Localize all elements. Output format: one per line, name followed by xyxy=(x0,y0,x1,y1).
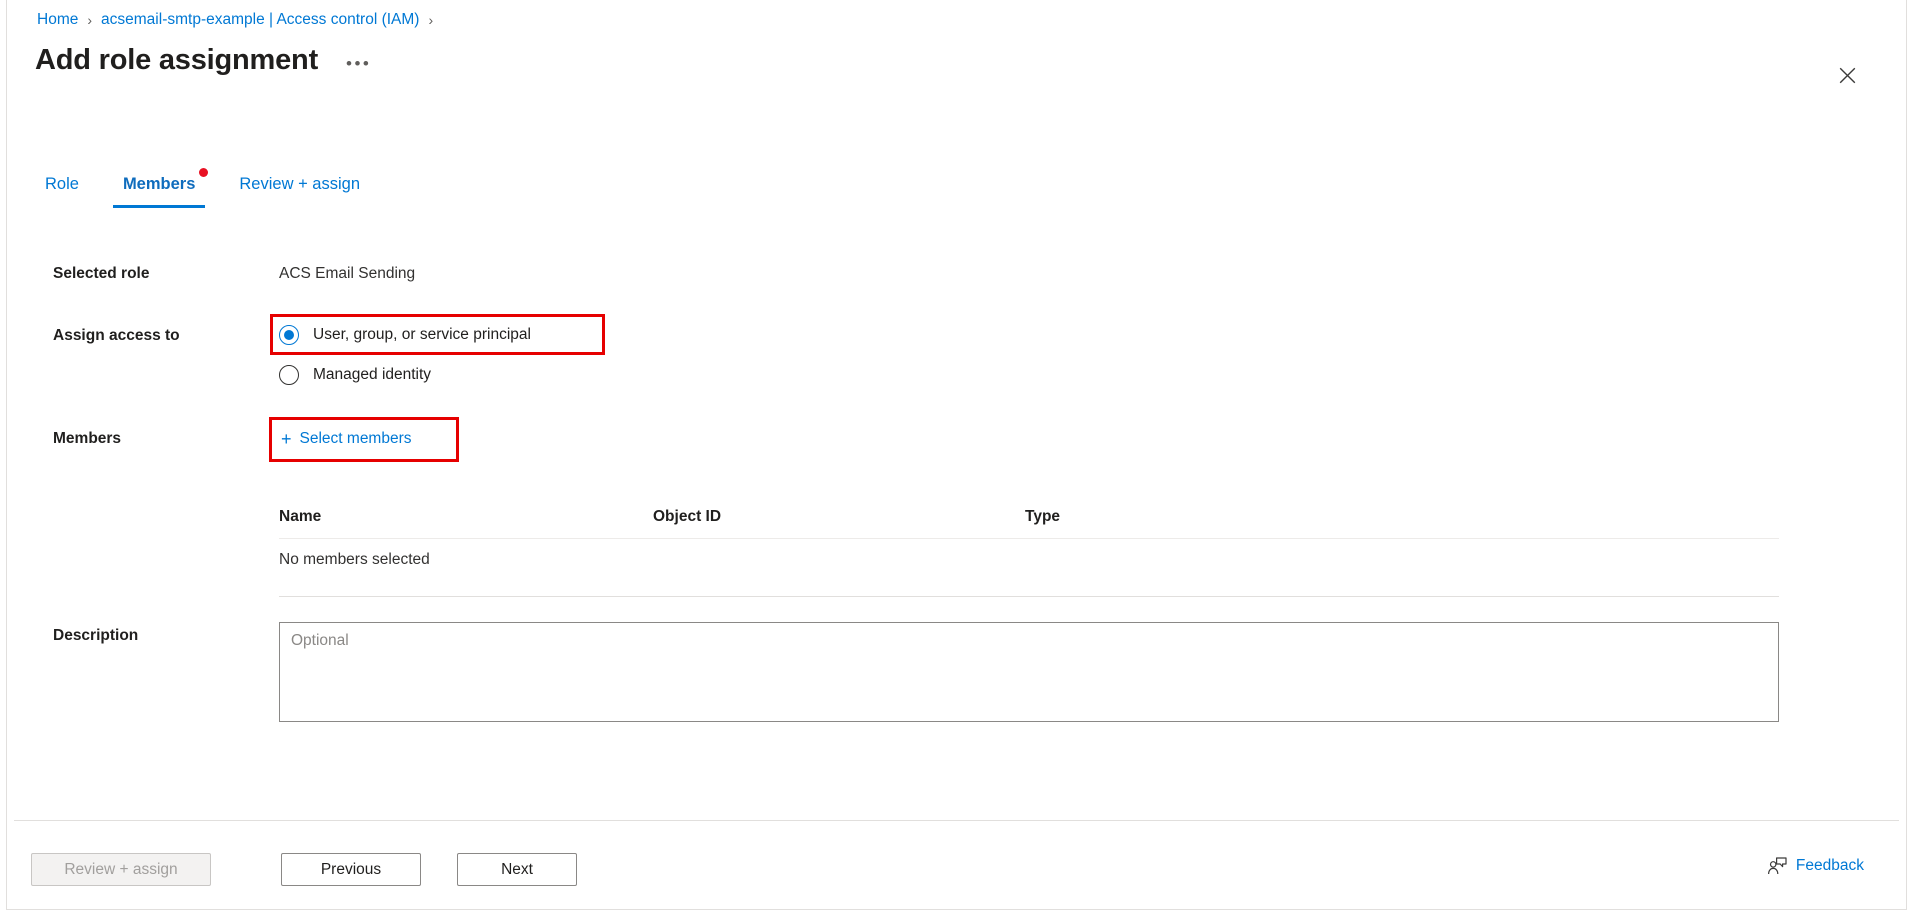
close-icon xyxy=(1839,67,1856,84)
breadcrumb-separator-icon-2: › xyxy=(428,12,433,28)
review-assign-button[interactable]: Review + assign xyxy=(31,853,211,886)
column-header-type: Type xyxy=(1025,508,1325,526)
radio-unselected-icon xyxy=(279,365,299,385)
add-role-assignment-blade: Home › acsemail-smtp-example | Access co… xyxy=(6,0,1907,910)
column-header-name: Name xyxy=(279,508,653,526)
select-members-label: Select members xyxy=(300,430,412,448)
tab-review-assign[interactable]: Review + assign xyxy=(229,172,370,208)
title-row: Add role assignment ••• xyxy=(35,42,377,78)
description-input[interactable] xyxy=(279,622,1779,722)
radio-user-group-service-principal-label: User, group, or service principal xyxy=(313,326,531,344)
radio-managed-identity[interactable]: Managed identity xyxy=(279,360,531,390)
members-table-body: No members selected xyxy=(279,539,1779,597)
footer-bar: Review + assign Previous Next Feedback xyxy=(7,845,1906,905)
wizard-tabs: Role Members Review + assign xyxy=(35,172,394,216)
plus-icon: + xyxy=(281,431,292,447)
next-button[interactable]: Next xyxy=(457,853,577,886)
tab-role[interactable]: Role xyxy=(35,172,89,208)
description-label: Description xyxy=(53,627,138,645)
radio-managed-identity-label: Managed identity xyxy=(313,366,431,384)
members-label: Members xyxy=(53,430,121,448)
breadcrumb: Home › acsemail-smtp-example | Access co… xyxy=(37,8,442,32)
page-root: Home › acsemail-smtp-example | Access co… xyxy=(0,0,1915,924)
radio-selected-icon xyxy=(279,325,299,345)
assign-access-to-label: Assign access to xyxy=(53,327,180,345)
breadcrumb-separator-icon: › xyxy=(87,12,92,28)
more-options-button[interactable]: ••• xyxy=(340,55,377,73)
members-table: Name Object ID Type No members selected xyxy=(279,496,1779,597)
assign-access-to-radio-group: User, group, or service principal Manage… xyxy=(279,320,531,400)
members-table-header: Name Object ID Type xyxy=(279,496,1779,539)
tab-members-label: Members xyxy=(123,175,195,193)
feedback-link[interactable]: Feedback xyxy=(1767,857,1864,875)
page-title: Add role assignment xyxy=(35,42,318,78)
breadcrumb-item-home[interactable]: Home xyxy=(37,11,78,29)
tab-members[interactable]: Members xyxy=(113,172,205,208)
selected-role-label: Selected role xyxy=(53,265,150,283)
selected-role-value: ACS Email Sending xyxy=(279,265,415,283)
column-header-object-id: Object ID xyxy=(653,508,1025,526)
members-table-empty-message: No members selected xyxy=(279,551,430,569)
breadcrumb-item-access-control[interactable]: acsemail-smtp-example | Access control (… xyxy=(101,11,419,29)
feedback-label: Feedback xyxy=(1796,857,1864,875)
select-members-button[interactable]: + Select members xyxy=(279,427,414,451)
tab-review-assign-label: Review + assign xyxy=(239,175,360,193)
close-button[interactable] xyxy=(1830,58,1864,92)
tab-members-notification-dot-icon xyxy=(199,168,208,177)
previous-button[interactable]: Previous xyxy=(281,853,421,886)
footer-divider xyxy=(14,820,1899,821)
tab-role-label: Role xyxy=(45,175,79,193)
feedback-person-icon xyxy=(1767,857,1787,875)
radio-user-group-service-principal[interactable]: User, group, or service principal xyxy=(279,320,531,350)
